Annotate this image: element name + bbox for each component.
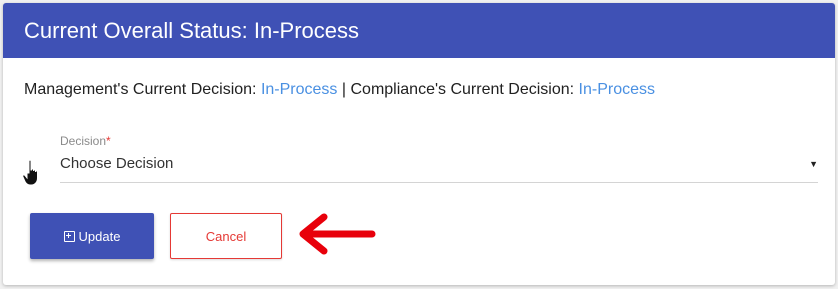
red-arrow-left-icon [299,213,376,255]
decision-select[interactable]: Decision* Choose Decision ▼ [60,134,818,183]
update-button[interactable]: Update [30,213,154,259]
status-card: Current Overall Status: In-Process Manag… [3,3,835,285]
decision-separator: | [341,81,347,98]
card-header: Current Overall Status: In-Process [3,3,835,58]
hand-pointer-icon [22,159,38,186]
compliance-decision-label: Compliance's Current Decision: [350,81,575,98]
management-decision-value: In-Process [260,81,338,98]
plus-square-icon [63,230,75,242]
select-underline [60,182,818,183]
update-button-label: Update [78,228,121,244]
decision-select-label: Decision* [60,134,111,148]
decision-label-text: Decision [60,134,107,148]
required-marker: * [106,134,111,148]
current-decisions-line: Management's Current Decision: In-Proces… [24,81,655,99]
page-title: Current Overall Status: In-Process [24,18,360,43]
cancel-button[interactable]: Cancel [170,213,282,259]
cancel-button-label: Cancel [205,228,247,244]
decision-select-value: Choose Decision [60,155,174,172]
caret-down-icon[interactable]: ▼ [809,159,818,169]
compliance-decision-value: In-Process [578,81,655,98]
management-decision-label: Management's Current Decision: [24,81,257,98]
